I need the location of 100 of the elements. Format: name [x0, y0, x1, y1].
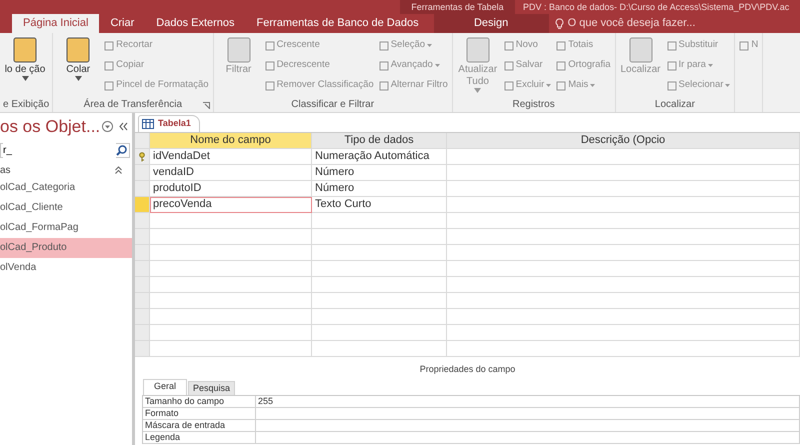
empty-cell[interactable] — [447, 197, 800, 213]
square-icon — [104, 40, 114, 50]
window-title: PDV : Banco de dados- D:\Curso de Access\Sistema_PDV\PDV.ac — [522, 1, 790, 14]
table-cell[interactable]: Número — [312, 165, 447, 181]
property-label: Formato — [143, 408, 256, 420]
square-icon — [556, 40, 566, 50]
ribbon-tab[interactable]: Ferramentas de Banco de Dados — [246, 14, 430, 33]
table-cell[interactable]: produtoID — [150, 181, 312, 197]
square-icon — [264, 60, 275, 70]
empty-cell[interactable] — [447, 309, 800, 325]
caret-icon — [546, 84, 552, 87]
property-tab[interactable]: Geral — [143, 379, 188, 395]
group-label: Localizar — [654, 99, 695, 110]
table-item[interactable]: olCad_Produto — [0, 238, 132, 258]
empty-cell[interactable] — [447, 245, 800, 261]
caret-icon — [427, 44, 432, 47]
ribbon-tab[interactable]: Página Inicial — [12, 14, 100, 33]
square-icon — [264, 80, 275, 90]
table-cell[interactable]: Numeração Automática — [312, 149, 447, 165]
table-cell[interactable]: vendaID — [150, 165, 312, 181]
square-icon — [556, 60, 566, 70]
tile-icon — [226, 36, 252, 64]
tell-me-placeholder[interactable]: O que você deseja fazer... — [568, 15, 696, 32]
caret-icon — [708, 64, 713, 67]
corner-cell — [135, 133, 150, 149]
square-icon — [378, 40, 389, 50]
table-cell[interactable]: Número — [312, 181, 447, 197]
row-selector[interactable] — [135, 149, 150, 165]
empty-cell[interactable] — [447, 325, 800, 341]
empty-cell[interactable] — [312, 277, 447, 293]
caret-icon — [22, 76, 28, 81]
dropdown-circle-icon[interactable] — [102, 121, 113, 132]
empty-cell[interactable] — [312, 261, 447, 277]
caret-icon — [725, 84, 730, 87]
ribbon-tab[interactable]: Design — [434, 14, 549, 33]
square-icon — [504, 40, 514, 50]
square-icon — [666, 80, 676, 90]
key-icon — [139, 152, 145, 162]
caret-icon — [474, 88, 482, 93]
property-label: Máscara de entrada — [143, 420, 256, 432]
empty-cell[interactable] — [312, 229, 447, 245]
empty-cell[interactable] — [447, 165, 800, 181]
table-item[interactable]: olCad_FormaPag — [0, 218, 132, 238]
ribbon-command[interactable]: lo de ção — [3, 36, 47, 81]
empty-cell[interactable] — [312, 325, 447, 341]
caret-icon — [74, 76, 82, 81]
property-label: Tamanho do campo — [143, 396, 256, 408]
empty-cell[interactable] — [447, 341, 800, 357]
tile-icon — [464, 36, 491, 64]
empty-cell[interactable] — [312, 341, 447, 357]
ribbon-command[interactable]: Colar — [56, 36, 100, 81]
empty-cell[interactable] — [256, 432, 800, 444]
empty-cell[interactable] — [256, 420, 800, 432]
square-icon — [504, 60, 514, 70]
search-field[interactable]: r_ — [0, 143, 130, 158]
section-header[interactable]: as — [0, 162, 11, 178]
table-icon — [142, 119, 154, 129]
context-tab-label: Ferramentas de Tabela — [400, 0, 515, 14]
property-tab[interactable]: Pesquisa — [188, 381, 236, 395]
table-item[interactable]: olCad_Categoria — [0, 178, 132, 198]
square-icon — [666, 60, 676, 70]
empty-cell[interactable] — [256, 408, 800, 420]
square-icon — [264, 40, 275, 50]
table-cell[interactable]: precoVenda — [150, 197, 312, 213]
empty-cell[interactable] — [447, 261, 800, 277]
empty-cell[interactable] — [312, 245, 447, 261]
table-item[interactable]: olCad_Cliente — [0, 198, 132, 218]
pane-title: os os Objet... — [0, 116, 102, 138]
launcher-icon[interactable] — [202, 102, 210, 109]
empty-cell[interactable] — [447, 149, 800, 165]
property-label: Legenda — [143, 432, 256, 444]
collapse-icon[interactable] — [119, 122, 128, 131]
group-label: Área de Transferência — [84, 99, 182, 110]
lightbulb-icon — [554, 18, 564, 30]
property-value[interactable]: 255 — [256, 396, 800, 408]
empty-cell[interactable] — [447, 181, 800, 197]
ribbon-tab[interactable]: Dados Externos — [145, 14, 246, 33]
empty-cell[interactable] — [312, 309, 447, 325]
table-cell[interactable]: Texto Curto — [312, 197, 447, 213]
square-icon — [104, 80, 114, 90]
empty-cell[interactable] — [312, 213, 447, 229]
table-item[interactable]: olVenda — [0, 258, 132, 278]
empty-cell[interactable] — [447, 293, 800, 309]
empty-cell[interactable] — [447, 229, 800, 245]
tab-label: Tabela1 — [158, 117, 191, 130]
column-header: Nome do campo — [150, 133, 312, 149]
empty-cell[interactable] — [312, 293, 447, 309]
group-label: e Exibição — [3, 99, 50, 110]
ribbon-tab[interactable]: Criar — [99, 14, 146, 33]
section-title: Propriedades do campo — [420, 364, 516, 374]
column-header: Descrição (Opcio — [447, 133, 800, 149]
empty-cell[interactable] — [447, 213, 800, 229]
square-icon — [504, 80, 514, 90]
double-chevron-up-icon — [115, 166, 122, 174]
table-cell[interactable]: idVendaDet — [150, 149, 312, 165]
document-tab[interactable]: Tabela1 — [138, 115, 200, 132]
empty-cell[interactable] — [447, 277, 800, 293]
tile-icon — [12, 36, 38, 64]
search-icon — [116, 145, 127, 156]
square-icon — [378, 80, 389, 90]
